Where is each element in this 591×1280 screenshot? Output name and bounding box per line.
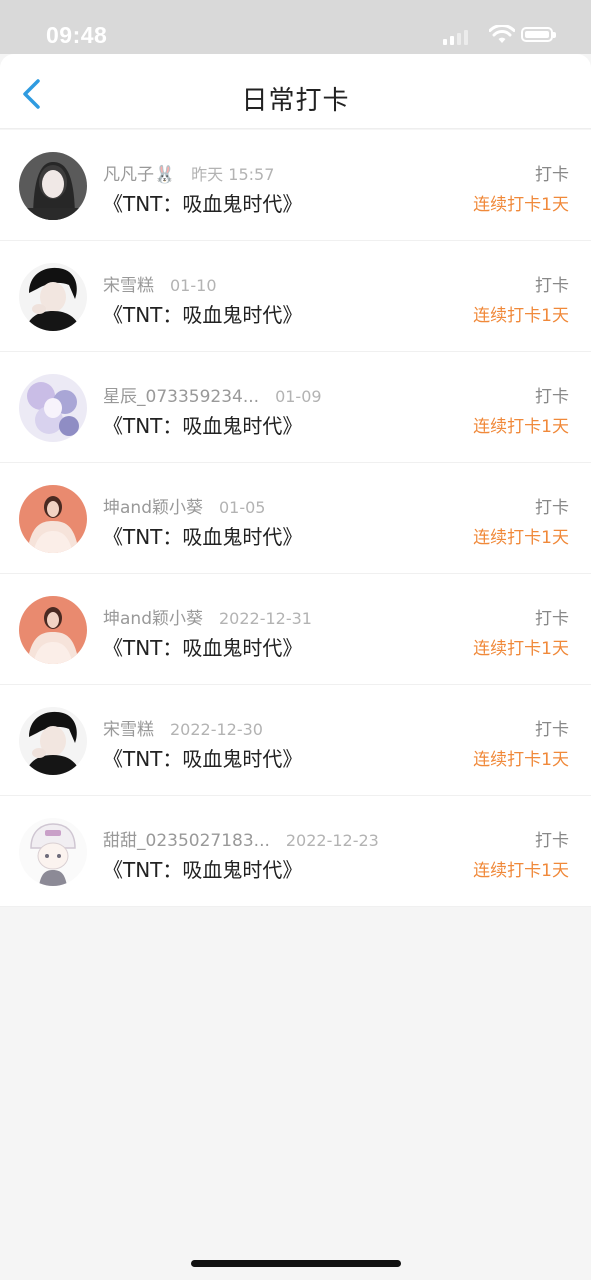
checkin-label: 打卡 — [535, 609, 569, 629]
book-title: 《TNT：吸血鬼时代》 — [103, 858, 303, 882]
checkin-label: 打卡 — [535, 720, 569, 740]
checkin-date: 01-05 — [218, 498, 266, 517]
wifi-icon — [489, 25, 515, 43]
book-title: 《TNT：吸血鬼时代》 — [103, 192, 303, 216]
user-name: 宋雪糕 2022-12-30 — [103, 720, 263, 740]
streak-label: 连续打卡1天 — [473, 750, 569, 770]
book-title: 《TNT：吸血鬼时代》 — [103, 525, 303, 549]
user-name: 凡凡子🐰 昨天 15:57 — [103, 165, 275, 185]
checkin-date: 01-09 — [275, 387, 322, 406]
checkin-label: 打卡 — [535, 276, 569, 296]
user-avatar[interactable] — [19, 818, 87, 886]
checkin-list: 凡凡子🐰 昨天 15:57 《TNT：吸血鬼时代》 打卡 连续打卡1天 宋雪糕 01… — [0, 130, 591, 907]
book-title: 《TNT：吸血鬼时代》 — [103, 636, 303, 660]
checkin-row[interactable]: 坤and颖小葵 2022-12-31 《TNT：吸血鬼时代》 打卡 连续打卡1天 — [0, 574, 591, 685]
cellular-signal-icon — [443, 29, 483, 45]
checkin-date: 2022-12-23 — [285, 831, 379, 850]
page-title: 日常打卡 — [241, 86, 350, 116]
user-avatar[interactable] — [19, 485, 87, 553]
checkin-row[interactable]: 宋雪糕 01-10 《TNT：吸血鬼时代》 打卡 连续打卡1天 — [0, 241, 591, 352]
user-avatar[interactable] — [19, 374, 87, 442]
checkin-label: 打卡 — [535, 498, 569, 518]
user-name: 坤and颖小葵 01-05 — [103, 498, 266, 518]
checkin-date: 2022-12-30 — [170, 720, 263, 739]
checkin-date: 01-10 — [170, 276, 217, 295]
user-avatar[interactable] — [19, 707, 87, 775]
battery-icon — [521, 27, 556, 42]
user-avatar[interactable] — [19, 596, 87, 664]
checkin-label: 打卡 — [535, 165, 569, 185]
streak-label: 连续打卡1天 — [473, 528, 569, 548]
checkin-date: 昨天 15:57 — [191, 165, 275, 184]
status-time: 09:48 — [46, 22, 108, 48]
checkin-label: 打卡 — [535, 831, 569, 851]
streak-label: 连续打卡1天 — [473, 195, 569, 215]
book-title: 《TNT：吸血鬼时代》 — [103, 414, 303, 438]
nav-bar: 日常打卡 — [0, 54, 591, 129]
checkin-row[interactable]: 甜甜_0235027183... 2022-12-23 《TNT：吸血鬼时代》 打… — [0, 796, 591, 907]
book-title: 《TNT：吸血鬼时代》 — [103, 747, 303, 771]
streak-label: 连续打卡1天 — [473, 306, 569, 326]
user-avatar[interactable] — [19, 152, 87, 220]
user-name: 星辰_073359234... 01-09 — [103, 387, 322, 407]
streak-label: 连续打卡1天 — [473, 417, 569, 437]
checkin-row[interactable]: 坤and颖小葵 01-05 《TNT：吸血鬼时代》 打卡 连续打卡1天 — [0, 463, 591, 574]
streak-label: 连续打卡1天 — [473, 861, 569, 881]
user-name: 坤and颖小葵 2022-12-31 — [103, 609, 312, 629]
user-name: 甜甜_0235027183... 2022-12-23 — [103, 831, 379, 851]
checkin-row[interactable]: 宋雪糕 2022-12-30 《TNT：吸血鬼时代》 打卡 连续打卡1天 — [0, 685, 591, 796]
checkin-row[interactable]: 星辰_073359234... 01-09 《TNT：吸血鬼时代》 打卡 连续打卡… — [0, 352, 591, 463]
status-bar: 09:48 — [0, 0, 591, 54]
checkin-date: 2022-12-31 — [218, 609, 312, 628]
home-indicator[interactable] — [191, 1260, 401, 1267]
user-name: 宋雪糕 01-10 — [103, 276, 217, 296]
user-avatar[interactable] — [19, 263, 87, 331]
checkin-label: 打卡 — [535, 387, 569, 407]
book-title: 《TNT：吸血鬼时代》 — [103, 303, 303, 327]
status-icons — [423, 25, 563, 47]
streak-label: 连续打卡1天 — [473, 639, 569, 659]
checkin-row[interactable]: 凡凡子🐰 昨天 15:57 《TNT：吸血鬼时代》 打卡 连续打卡1天 — [0, 130, 591, 241]
